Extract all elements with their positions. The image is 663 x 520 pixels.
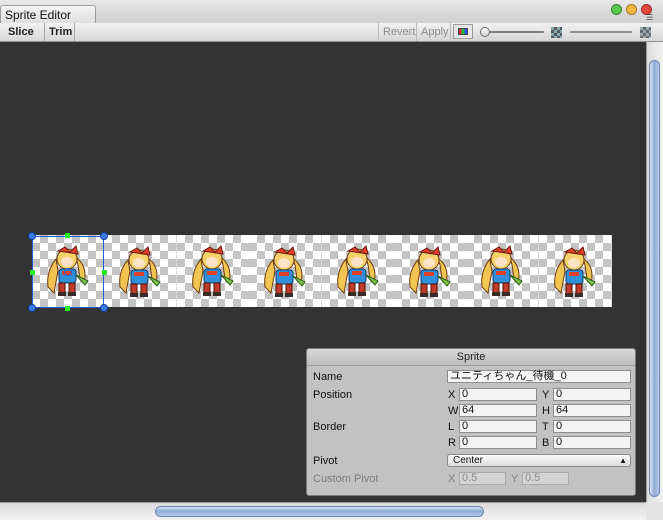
sprite-frame[interactable] — [176, 235, 250, 307]
name-field[interactable]: ユニティちゃん_待機_0 — [447, 370, 631, 383]
pivot-dropdown-value: Center — [453, 455, 484, 466]
apply-button[interactable]: Apply — [416, 23, 451, 41]
character-sprite-icon — [481, 245, 524, 296]
resize-handle-bottom-left[interactable] — [28, 304, 36, 312]
b-label: B — [542, 437, 550, 449]
l-field[interactable]: 0 — [459, 420, 537, 433]
r-label: R — [448, 437, 456, 449]
checker-icon — [640, 27, 651, 38]
position-label: Position — [313, 389, 353, 401]
menu-lines-icon[interactable]: ☰ — [646, 14, 657, 22]
sprite-panel: Sprite Name ユニティちゃん_待機_0 Position X 0 Y … — [306, 348, 636, 496]
horizontal-scrollbar[interactable] — [0, 502, 646, 520]
scrollbar-corner — [646, 502, 663, 520]
b-field[interactable]: 0 — [553, 436, 631, 449]
panel-title: Sprite — [307, 349, 635, 366]
sprite-frame[interactable] — [104, 235, 178, 307]
pivot-dropdown[interactable]: Center ▲︎ — [447, 454, 631, 467]
w-field[interactable]: 64 — [459, 404, 537, 417]
character-sprite-icon — [409, 246, 451, 297]
sprite-sheet[interactable] — [32, 235, 612, 307]
sprite-frame[interactable] — [321, 235, 395, 307]
custom-pivot-label: Custom Pivot — [313, 473, 379, 485]
resize-handle-top-left[interactable] — [28, 232, 36, 240]
y-field[interactable]: 0 — [553, 388, 631, 401]
alpha-slider[interactable] — [566, 27, 636, 37]
color-channel-icon[interactable] — [453, 24, 473, 39]
y-label: Y — [542, 389, 550, 401]
checker-icon — [551, 27, 562, 38]
custom-pivot-y-label: Y — [511, 473, 519, 485]
r-field[interactable]: 0 — [459, 436, 537, 449]
character-sprite-icon — [553, 246, 596, 297]
toolbar: Slice ↕ Trim Revert Apply — [0, 23, 663, 56]
resize-handle-top-right[interactable] — [100, 232, 108, 240]
zoom-slider[interactable] — [480, 27, 546, 37]
pivot-handle[interactable] — [64, 268, 72, 276]
w-label: W — [448, 405, 459, 417]
h-field[interactable]: 64 — [553, 404, 631, 417]
sprite-frame[interactable] — [466, 235, 540, 307]
zoom-button[interactable] — [626, 4, 637, 15]
t-field[interactable]: 0 — [553, 420, 631, 433]
minimize-button[interactable] — [611, 4, 622, 15]
l-label: L — [448, 421, 455, 433]
character-sprite-icon — [264, 246, 306, 297]
pivot-label: Pivot — [313, 455, 338, 467]
x-label: X — [448, 389, 456, 401]
trim-button[interactable]: Trim — [45, 23, 75, 41]
revert-button[interactable]: Revert — [378, 23, 416, 41]
resize-handle-right[interactable] — [102, 270, 107, 275]
slice-button[interactable]: Slice ↕ — [4, 23, 45, 56]
character-sprite-icon — [191, 245, 234, 296]
window-tab[interactable]: Sprite Editor — [0, 5, 96, 23]
vertical-scroll-thumb[interactable] — [649, 60, 660, 497]
custom-pivot-x-label: X — [448, 473, 456, 485]
character-sprite-icon — [119, 246, 162, 297]
resize-handle-left[interactable] — [30, 270, 35, 275]
horizontal-scroll-thumb[interactable] — [155, 506, 484, 517]
name-label: Name — [313, 371, 343, 383]
vertical-scrollbar[interactable] — [646, 42, 663, 502]
h-label: H — [542, 405, 550, 417]
border-label: Border — [313, 421, 347, 433]
character-sprite-icon — [336, 245, 379, 296]
zoom-slider-knob[interactable] — [480, 27, 490, 37]
custom-pivot-y-field[interactable]: 0.5 — [522, 472, 569, 485]
resize-handle-top[interactable] — [65, 233, 70, 238]
resize-handle-bottom-right[interactable] — [100, 304, 108, 312]
sprite-frame[interactable] — [538, 235, 612, 307]
sprite-frame[interactable] — [394, 235, 467, 307]
custom-pivot-x-field[interactable]: 0.5 — [459, 472, 506, 485]
sprite-frame[interactable] — [249, 235, 323, 307]
updown-arrow-icon: ▲︎ — [619, 456, 627, 465]
t-label: T — [542, 421, 549, 433]
resize-handle-bottom[interactable] — [65, 306, 70, 311]
x-field[interactable]: 0 — [459, 388, 537, 401]
title-bar: Sprite Editor ☰ — [0, 0, 663, 24]
